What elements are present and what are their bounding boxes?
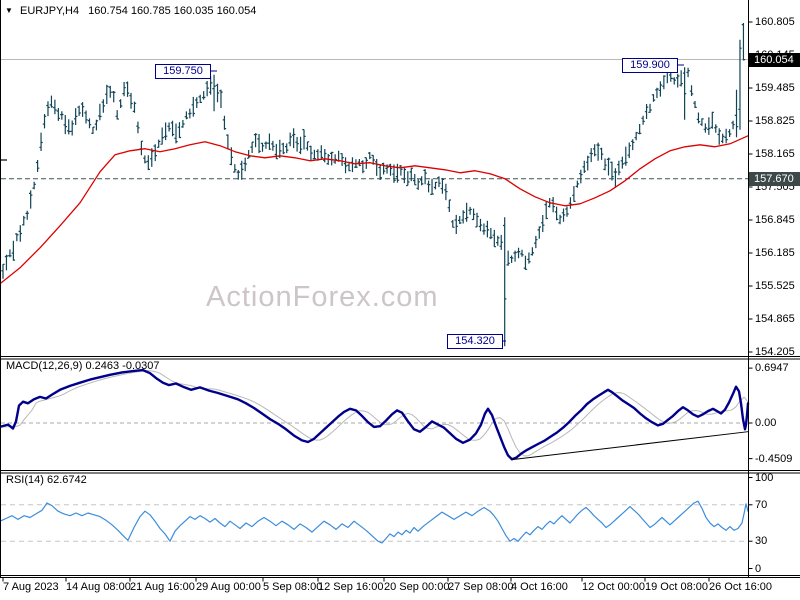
macd-signal-line <box>0 370 749 457</box>
price-annotation-2[interactable]: 154.320 <box>447 334 503 349</box>
rsi-indicator-label: RSI(14) 62.6742 <box>6 474 87 486</box>
time-axis-label: 12 Oct 00:00 <box>582 581 645 593</box>
macd-axis-label: 0.6947 <box>755 362 789 375</box>
level-price-badge: 157.670 <box>749 171 800 186</box>
time-axis-label: 14 Aug 08:00 <box>66 581 131 593</box>
price-axis-label: 160.805 <box>755 16 795 28</box>
price-axis-label: 158.165 <box>755 148 795 160</box>
time-axis-label: 29 Aug 00:00 <box>196 581 261 593</box>
rsi-axis-label: 70 <box>755 498 768 511</box>
price-axis-label: 156.185 <box>755 247 795 259</box>
time-axis-label: 19 Oct 08:00 <box>645 581 708 593</box>
rsi-axis-label: 30 <box>755 535 768 548</box>
chart-menu-arrow-icon[interactable]: ▼ <box>5 6 13 15</box>
price-axis-label: 154.205 <box>755 346 795 358</box>
time-axis-label: 20 Sep 00:00 <box>384 581 450 593</box>
chart-ohlc-values: 160.754 160.785 160.035 160.054 <box>88 5 257 17</box>
chart-canvas[interactable] <box>0 0 800 600</box>
macd-axis-label: 0.00 <box>755 417 777 429</box>
price-axis-label: 156.845 <box>755 214 795 226</box>
time-axis-label: 21 Aug 16:00 <box>130 581 195 593</box>
macd-line <box>0 368 750 461</box>
price-annotation-1[interactable]: 159.900 <box>622 58 678 73</box>
price-axis-label: 159.485 <box>755 82 795 94</box>
rsi-line <box>0 500 749 544</box>
price-axis-label: 158.825 <box>755 115 795 127</box>
time-axis-label: 7 Aug 2023 <box>3 581 59 593</box>
time-axis-label: 5 Sep 08:00 <box>263 581 323 593</box>
macd-axis-label: -0.4509 <box>755 452 793 465</box>
mt4-chart-window: ActionForex.com ▼ EURJPY,H4 160.754 160.7… <box>0 0 800 600</box>
time-axis-label: 27 Sep 08:00 <box>448 581 514 593</box>
current-price-badge: 160.054 <box>749 52 800 67</box>
time-axis-label: 26 Oct 16:00 <box>709 581 772 593</box>
rsi-axis-label: 100 <box>755 471 774 484</box>
macd-indicator-label: MACD(12,26,9) 0.2463 -0.0307 <box>6 360 160 372</box>
chart-title: EURJPY,H4 160.754 160.785 160.035 160.054 <box>20 5 256 17</box>
time-axis-label: 12 Sep 16:00 <box>318 581 384 593</box>
price-axis-label: 155.525 <box>755 280 795 292</box>
rsi-axis-label: 0 <box>755 562 762 575</box>
price-axis-label: 154.865 <box>755 313 795 325</box>
time-axis-label: 4 Oct 16:00 <box>511 581 568 593</box>
chart-symbol-period: EURJPY,H4 <box>20 5 80 17</box>
price-annotation-0[interactable]: 159.750 <box>155 64 211 79</box>
ma-line <box>0 135 749 285</box>
